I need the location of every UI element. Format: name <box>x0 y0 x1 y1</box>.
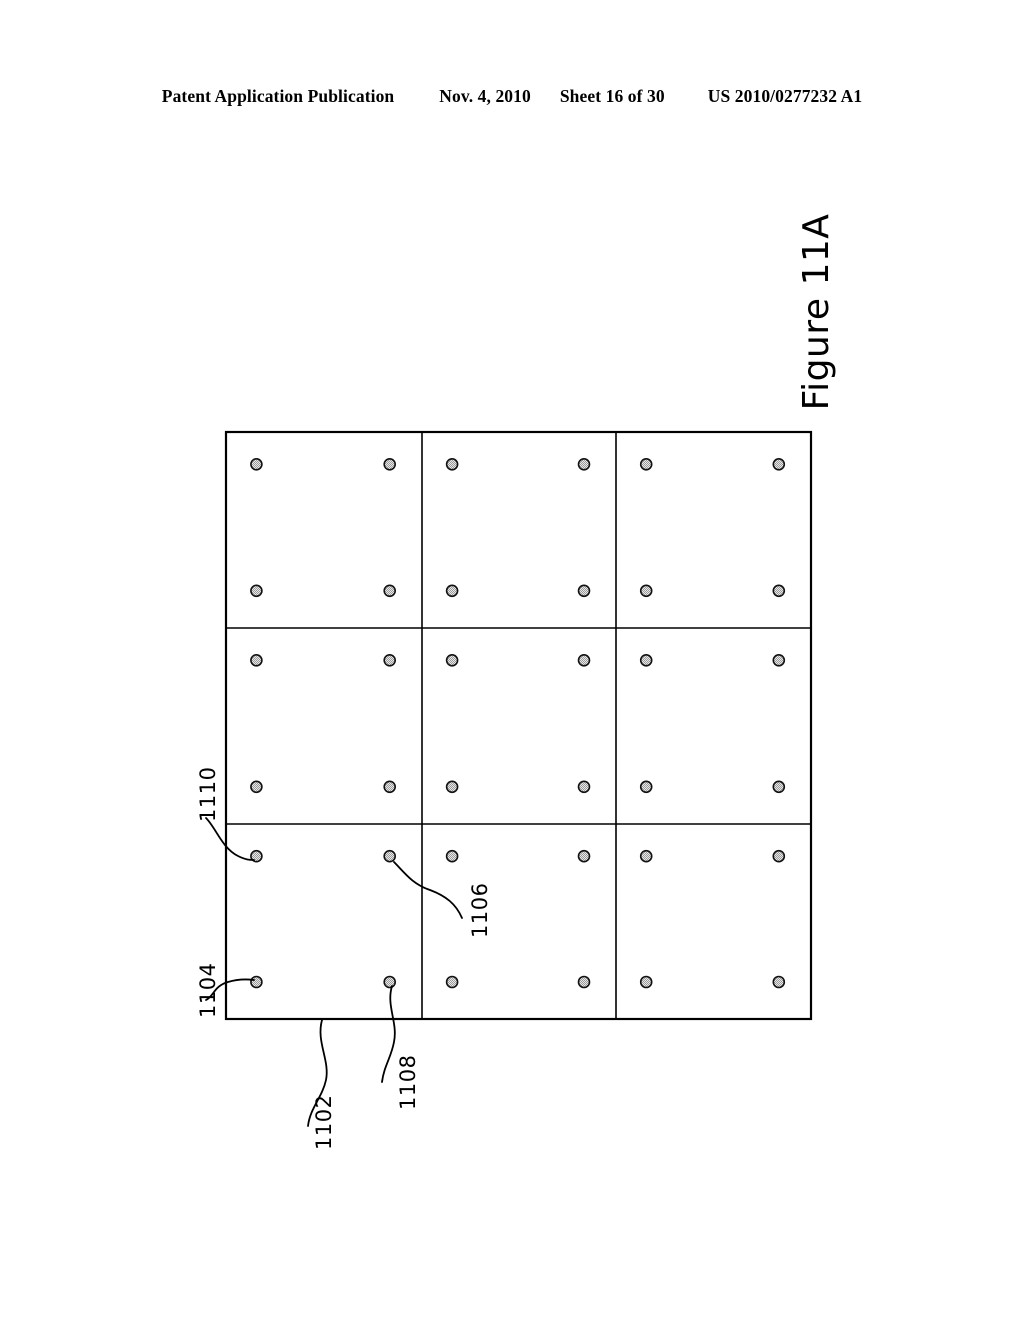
stippled-circle <box>383 975 397 989</box>
ref-1102: 1102 <box>312 1094 336 1150</box>
ref-1106: 1106 <box>468 882 492 938</box>
stippled-circle <box>639 975 653 989</box>
ref-1110: 1110 <box>196 766 220 822</box>
stippled-circle <box>577 780 591 794</box>
stippled-circle <box>445 457 459 471</box>
stippled-circle <box>577 653 591 667</box>
stippled-circle <box>250 653 263 667</box>
stippled-circle <box>639 584 653 598</box>
stippled-circle <box>772 653 786 667</box>
grid-layer <box>224 430 813 1021</box>
ref-1108: 1108 <box>396 1054 420 1110</box>
stippled-circle <box>577 849 591 863</box>
stippled-circle <box>383 780 397 794</box>
stippled-circle <box>445 849 459 863</box>
stippled-circle <box>383 457 397 471</box>
stippled-circle <box>772 975 786 989</box>
stippled-circle <box>772 457 786 471</box>
stippled-circle <box>772 849 786 863</box>
stippled-circle <box>383 849 397 863</box>
stippled-circle <box>250 457 263 471</box>
stippled-circle <box>383 584 397 598</box>
stippled-circle <box>445 653 459 667</box>
stippled-circle <box>772 780 786 794</box>
stippled-circle <box>639 653 653 667</box>
substrate-array-svg <box>205 430 813 1127</box>
ref-1104: 1104 <box>196 962 220 1018</box>
stippled-circle <box>445 975 459 989</box>
stippled-circle <box>639 780 653 794</box>
stippled-circle <box>445 584 459 598</box>
stippled-circle <box>250 780 263 794</box>
stippled-circle <box>250 584 263 598</box>
stippled-circle <box>383 653 397 667</box>
stippled-circle <box>772 584 786 598</box>
stippled-circle <box>577 584 591 598</box>
figure-drawing-canvas <box>0 0 1024 1320</box>
stippled-circle <box>639 457 653 471</box>
stippled-circle <box>577 975 591 989</box>
stippled-circle <box>250 975 263 989</box>
stippled-circle <box>639 849 653 863</box>
stippled-circle <box>445 780 459 794</box>
stippled-circle <box>577 457 591 471</box>
